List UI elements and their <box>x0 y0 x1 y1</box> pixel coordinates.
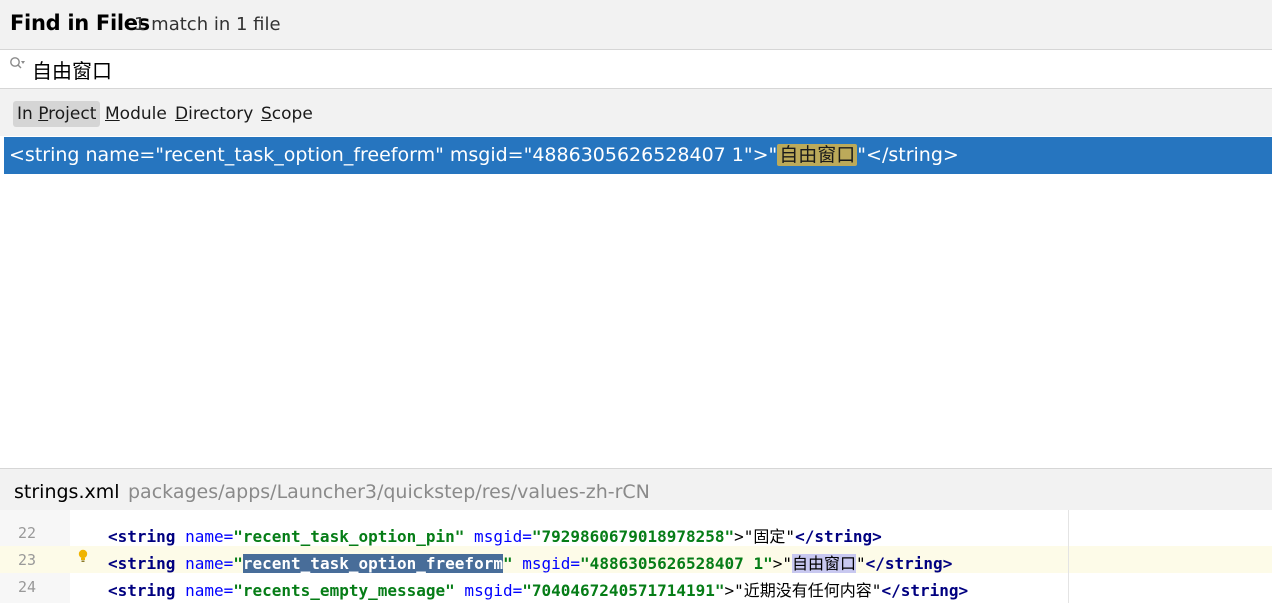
xml-text: " <box>855 554 866 573</box>
find-in-files-window: Find in Files 1 match in 1 file In Proje… <box>0 0 1272 603</box>
scope-tab-mnemonic: P <box>38 104 49 124</box>
scope-tab-mnemonic: S <box>261 104 272 124</box>
lightbulb-icon[interactable] <box>78 549 88 563</box>
scope-tab-mnemonic: M <box>105 104 120 124</box>
line-number: 22 <box>18 524 37 542</box>
xml-attr: name= <box>175 554 234 573</box>
code-line[interactable]: <string name="recent_task_option_pin" ms… <box>108 523 882 547</box>
xml-tag: <string <box>108 581 176 600</box>
code-preview[interactable]: ────────────────────────────────────────… <box>0 510 1272 603</box>
xml-tag: </string> <box>881 581 969 600</box>
scope-tab-label: roject <box>48 104 97 124</box>
xml-text: >"近期没有任何内容" <box>724 581 882 600</box>
xml-value: "7040467240571714191" <box>522 581 725 600</box>
file-path-bar: strings.xml packages/apps/Launcher3/quic… <box>0 468 1272 511</box>
xml-attr: msgid= <box>454 581 523 600</box>
search-input[interactable] <box>32 55 1252 83</box>
line-number: 24 <box>18 578 37 596</box>
xml-value: "7929860679018978258" <box>531 527 735 546</box>
scope-tab-directory[interactable]: Directory <box>171 101 257 127</box>
selected-text: recent_task_option_freeform <box>242 554 503 573</box>
xml-tag: </string> <box>795 527 882 546</box>
scope-tab-mnemonic: D <box>175 104 189 124</box>
scope-tab-label: odule <box>119 104 167 124</box>
right-margin-guide <box>1068 510 1069 603</box>
result-text-prefix: <string name="recent_task_option_freefor… <box>9 144 778 166</box>
search-row <box>0 50 1272 89</box>
result-row[interactable]: <string name="recent_task_option_freefor… <box>4 137 1272 174</box>
xml-attr: name= <box>175 581 234 600</box>
search-icon[interactable] <box>9 56 27 72</box>
results-list[interactable]: <string name="recent_task_option_freefor… <box>4 137 1272 467</box>
xml-text: >" <box>772 554 792 573</box>
scope-tab-in-project[interactable]: In Project <box>13 101 101 127</box>
scope-tab-scope[interactable]: Scope <box>257 101 317 127</box>
xml-attr: name= <box>175 527 234 546</box>
code-line[interactable]: <string name="recents_empty_message" msg… <box>108 577 968 601</box>
xml-value: " <box>502 554 513 573</box>
file-path: packages/apps/Launcher3/quickstep/res/va… <box>128 481 650 503</box>
xml-tag: <string <box>108 527 176 546</box>
scope-tab-label: irectory <box>188 104 254 124</box>
xml-value: "recent_task_option_pin" <box>233 527 465 546</box>
xml-value: "recents_empty_message" <box>233 581 455 600</box>
xml-text: >"固定" <box>734 527 796 546</box>
line-number: 23 <box>18 551 37 569</box>
search-hit: 自由窗口 <box>791 554 856 573</box>
xml-attr: msgid= <box>512 554 581 573</box>
xml-value: " <box>233 554 243 573</box>
clipped-code-line: ────────────────────────────────────────… <box>108 510 609 517</box>
scope-tab-module[interactable]: Module <box>101 101 171 127</box>
match-count: 1 match in 1 file <box>134 14 281 35</box>
result-text-suffix: "</string> <box>857 144 959 166</box>
xml-tag: <string <box>108 554 176 573</box>
xml-tag: </string> <box>865 554 953 573</box>
file-name: strings.xml <box>14 481 120 503</box>
code-line-current[interactable]: <string name="recent_task_option_freefor… <box>108 550 952 574</box>
xml-attr: msgid= <box>464 527 532 546</box>
header: Find in Files 1 match in 1 file <box>0 0 1272 50</box>
xml-value: "4886305626528407 1" <box>580 554 773 573</box>
scope-tab-label: cope <box>271 104 313 124</box>
scope-tabs: In Project Module Directory Scope <box>0 89 1272 136</box>
result-match-highlight: 自由窗口 <box>777 144 858 166</box>
scope-tab-label: In <box>17 104 39 124</box>
dialog-title: Find in Files <box>10 11 150 35</box>
